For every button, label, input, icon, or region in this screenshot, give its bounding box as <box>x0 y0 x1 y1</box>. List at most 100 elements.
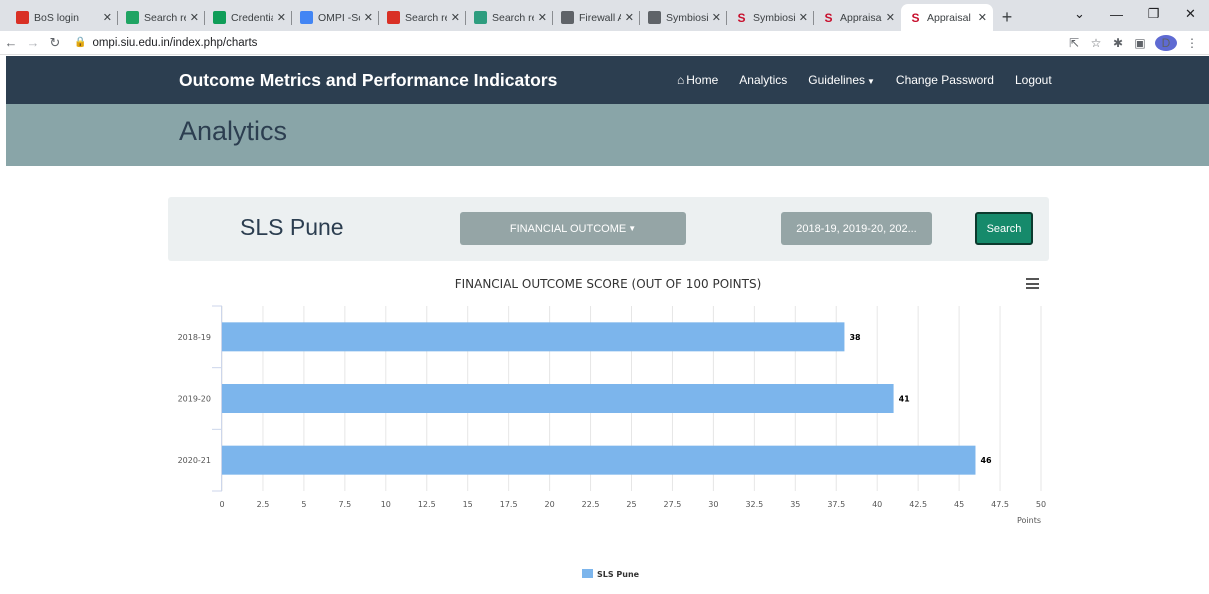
minimize-icon[interactable]: — <box>1098 0 1135 28</box>
unit-name: SLS Pune <box>240 214 344 240</box>
bar-chart: FINANCIAL OUTCOME SCORE (OUT OF 100 POIN… <box>178 277 1047 579</box>
x-tick-label: 2.5 <box>257 500 270 509</box>
gmail-icon <box>387 11 400 24</box>
symbiosis-icon: S <box>824 10 833 25</box>
tab-title: BoS login <box>34 11 79 24</box>
close-tab-icon[interactable]: ✕ <box>190 11 199 24</box>
x-axis-label: Points <box>1017 516 1041 525</box>
restore-icon[interactable]: ❐ <box>1135 0 1172 28</box>
nav-logout[interactable]: Logout <box>1015 73 1052 87</box>
close-tab-icon[interactable]: ✕ <box>538 11 547 24</box>
x-tick-label: 20 <box>545 500 555 509</box>
x-tick-label: 35 <box>790 500 800 509</box>
outcome-dropdown[interactable]: FINANCIAL OUTCOME ▼ <box>460 212 686 245</box>
close-tab-icon[interactable]: ✕ <box>364 11 373 24</box>
close-tab-icon[interactable]: ✕ <box>625 11 634 24</box>
reload-icon[interactable]: ↻ <box>44 35 66 51</box>
tab-title: Symbiosis <box>666 11 708 24</box>
browser-tab[interactable]: OMPI -Scr ✕ <box>292 4 379 31</box>
years-select[interactable]: 2018-19, 2019-20, 202... <box>781 212 932 245</box>
close-tab-icon[interactable]: ✕ <box>978 11 987 24</box>
bar-data-label: 41 <box>899 395 911 404</box>
close-tab-icon[interactable]: ✕ <box>886 11 895 24</box>
browser-tab[interactable]: Search res ✕ <box>466 4 553 31</box>
x-tick-label: 7.5 <box>338 500 351 509</box>
caret-down-icon: ▼ <box>628 224 637 233</box>
forward-icon[interactable]: → <box>22 35 44 50</box>
x-tick-label: 40 <box>872 500 882 509</box>
bookmark-star-icon[interactable]: ☆ <box>1085 36 1107 50</box>
browser-tab[interactable]: S Appraisal ✕ <box>814 4 901 31</box>
nav-guidelines[interactable]: Guidelines ▼ <box>808 73 875 87</box>
url-field[interactable]: 🔒 ompi.siu.edu.in/index.php/charts <box>74 37 257 49</box>
y-category-label: 2019-20 <box>178 395 211 404</box>
site-navbar: Outcome Metrics and Performance Indicato… <box>6 56 1209 104</box>
page-title-bar: Analytics <box>6 104 1209 166</box>
symbiosis-icon: S <box>737 10 746 25</box>
caret-down-icon: ▼ <box>867 77 875 86</box>
nav-home[interactable]: ⌂ Home <box>677 73 718 87</box>
tab-title: Firewall Au <box>579 11 621 24</box>
gmail-icon <box>16 11 29 24</box>
brand-title[interactable]: Outcome Metrics and Performance Indicato… <box>179 70 557 91</box>
edge-icon <box>474 11 487 24</box>
close-tab-icon[interactable]: ✕ <box>103 11 112 24</box>
page-title: Analytics <box>179 116 288 146</box>
nav-analytics[interactable]: Analytics <box>739 73 787 87</box>
back-icon[interactable]: ← <box>0 35 22 50</box>
tab-title: Search res <box>492 11 534 24</box>
sidepanel-icon[interactable]: ▣ <box>1129 36 1151 50</box>
tab-title: Appraisal <box>927 11 971 24</box>
close-tab-icon[interactable]: ✕ <box>712 11 721 24</box>
tab-search-icon[interactable]: ⌄ <box>1061 0 1098 28</box>
x-tick-label: 10 <box>381 500 391 509</box>
tab-title: Symbiosis <box>753 11 795 24</box>
bar-data-label: 38 <box>849 333 861 342</box>
y-category-label: 2020-21 <box>178 456 211 465</box>
tab-title: OMPI -Scr <box>318 11 360 24</box>
browser-tab[interactable]: BoS login ✕ <box>8 4 118 31</box>
browser-tab[interactable]: Credentiali ✕ <box>205 4 292 31</box>
browser-tab[interactable]: S Symbiosis ✕ <box>727 4 814 31</box>
x-tick-label: 15 <box>463 500 473 509</box>
browser-tab[interactable]: Symbiosis ✕ <box>640 4 727 31</box>
lock-icon: 🔒 <box>74 37 87 48</box>
close-window-icon[interactable]: ✕ <box>1172 0 1209 28</box>
new-tab-button[interactable]: + <box>993 4 1021 31</box>
y-category-label: 2018-19 <box>178 333 211 342</box>
share-icon[interactable]: ⇱ <box>1063 36 1085 50</box>
x-tick-label: 30 <box>708 500 718 509</box>
extensions-icon[interactable]: ✱ <box>1107 36 1129 50</box>
tab-title: Appraisal <box>840 11 882 24</box>
legend-item: SLS Pune <box>597 570 640 579</box>
symbiosis-icon: S <box>911 10 920 25</box>
browser-tab[interactable]: Search res ✕ <box>379 4 466 31</box>
docs-icon <box>300 11 313 24</box>
legend-swatch <box>582 569 593 578</box>
more-menu-icon[interactable]: ⋮ <box>1181 36 1203 50</box>
browser-tab[interactable]: Search res ✕ <box>118 4 205 31</box>
x-tick-label: 0 <box>219 500 224 509</box>
tab-title: Search res <box>405 11 447 24</box>
x-tick-label: 42.5 <box>909 500 927 509</box>
close-tab-icon[interactable]: ✕ <box>277 11 286 24</box>
chart-menu-icon[interactable] <box>1026 278 1039 292</box>
bar <box>222 445 976 475</box>
globe-icon <box>648 11 661 24</box>
close-tab-icon[interactable]: ✕ <box>799 11 808 24</box>
tab-title: Credentiali <box>231 11 273 24</box>
sheets-icon <box>213 11 226 24</box>
close-tab-icon[interactable]: ✕ <box>451 11 460 24</box>
browser-tab[interactable]: S Appraisal ✕ <box>901 4 993 31</box>
search-button[interactable]: Search <box>975 212 1033 245</box>
filter-panel: SLS Pune FINANCIAL OUTCOME ▼ 2018-19, 201… <box>168 197 1049 261</box>
x-tick-label: 22.5 <box>582 500 600 509</box>
drive-icon <box>126 11 139 24</box>
bar <box>222 384 894 413</box>
browser-tab[interactable]: Firewall Au ✕ <box>553 4 640 31</box>
x-tick-label: 32.5 <box>745 500 763 509</box>
profile-avatar[interactable]: D <box>1155 34 1177 51</box>
globe-icon <box>561 11 574 24</box>
window-controls: ⌄ — ❐ ✕ <box>1061 0 1209 28</box>
nav-change-password[interactable]: Change Password <box>896 73 994 87</box>
